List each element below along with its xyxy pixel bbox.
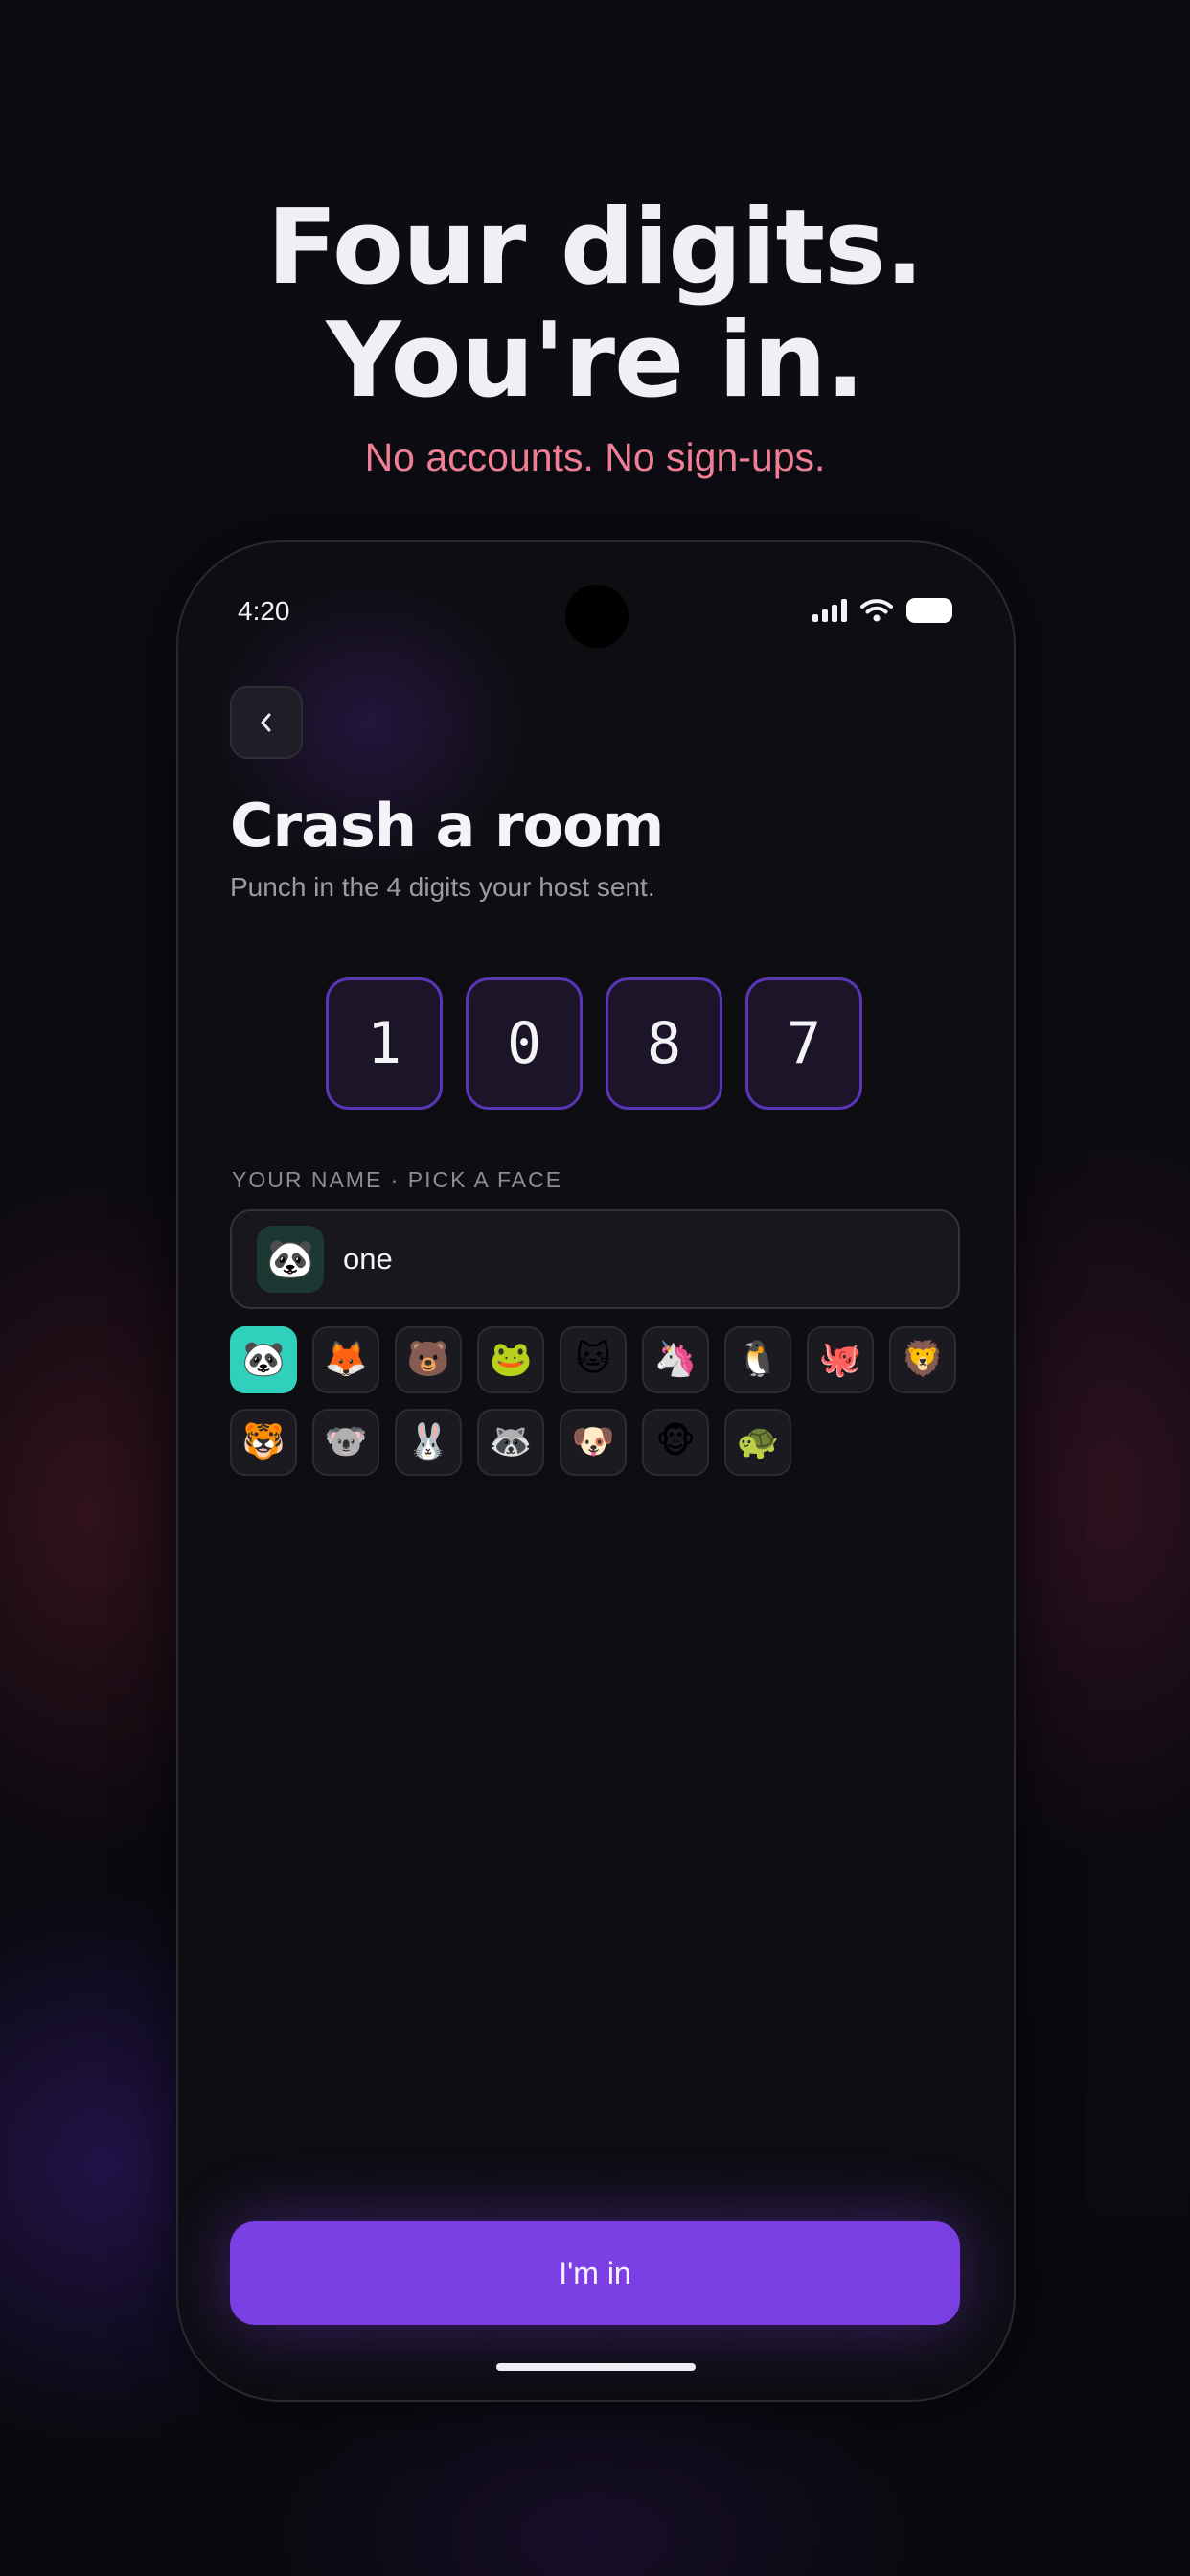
code-digit-4[interactable]: 7 xyxy=(745,978,862,1110)
screenshot-page: Four digits. You're in. No accounts. No … xyxy=(0,0,1190,2576)
room-code-input[interactable]: 1 0 8 7 xyxy=(326,978,862,1110)
face-option-lion[interactable]: 🦁 xyxy=(889,1326,956,1393)
name-input[interactable] xyxy=(343,1230,958,1288)
name-field-label: YOUR NAME · PICK A FACE xyxy=(232,1167,563,1192)
face-option-rabbit[interactable]: 🐰 xyxy=(395,1409,462,1476)
back-button[interactable] xyxy=(230,686,303,759)
face-option-dog[interactable]: 🐶 xyxy=(560,1409,627,1476)
marketing-tagline: No accounts. No sign-ups. xyxy=(364,435,826,479)
headline-line-1: Four digits. xyxy=(266,188,925,308)
im-in-button[interactable]: I'm in xyxy=(230,2221,960,2325)
face-option-koala[interactable]: 🐨 xyxy=(312,1409,379,1476)
code-digit-2[interactable]: 0 xyxy=(466,978,583,1110)
home-indicator xyxy=(496,2363,696,2371)
face-option-raccoon[interactable]: 🦝 xyxy=(477,1409,544,1476)
face-option-cat[interactable]: 🐱 xyxy=(560,1326,627,1393)
marketing-headline: Four digits. You're in. xyxy=(0,192,1190,418)
face-option-turtle[interactable]: 🐢 xyxy=(724,1409,791,1476)
selected-face-avatar: 🐼 xyxy=(257,1226,324,1293)
status-time: 4:20 xyxy=(238,596,290,626)
face-option-panda[interactable]: 🐼 xyxy=(230,1326,297,1393)
wifi-icon xyxy=(860,599,893,622)
headline-line-2: You're in. xyxy=(326,301,864,421)
face-option-monkey[interactable]: 🐵 xyxy=(642,1409,709,1476)
face-picker: 🐼 🦊 🐻 🐸 🐱 🦄 🐧 🐙 🦁 🐯 🐨 🐰 🦝 🐶 🐵 🐢 xyxy=(230,1326,977,1476)
face-option-unicorn[interactable]: 🦄 xyxy=(642,1326,709,1393)
name-field[interactable]: 🐼 xyxy=(230,1209,960,1309)
screen-subtitle: Punch in the 4 digits your host sent. xyxy=(230,872,655,902)
chevron-left-icon xyxy=(261,713,271,732)
face-option-octopus[interactable]: 🐙 xyxy=(807,1326,874,1393)
face-option-penguin[interactable]: 🐧 xyxy=(724,1326,791,1393)
face-option-frog[interactable]: 🐸 xyxy=(477,1326,544,1393)
face-option-fox[interactable]: 🦊 xyxy=(312,1326,379,1393)
face-option-tiger[interactable]: 🐯 xyxy=(230,1409,297,1476)
screen-title: Crash a room xyxy=(230,791,664,861)
phone-frame: 4:20 Crash a room Punch in the 4 digits … xyxy=(176,540,1016,2402)
status-icons xyxy=(812,596,952,625)
code-digit-3[interactable]: 8 xyxy=(606,978,722,1110)
battery-icon xyxy=(906,598,952,623)
signal-icon xyxy=(812,599,847,622)
camera-cutout xyxy=(565,585,629,648)
face-option-bear[interactable]: 🐻 xyxy=(395,1326,462,1393)
code-digit-1[interactable]: 1 xyxy=(326,978,443,1110)
